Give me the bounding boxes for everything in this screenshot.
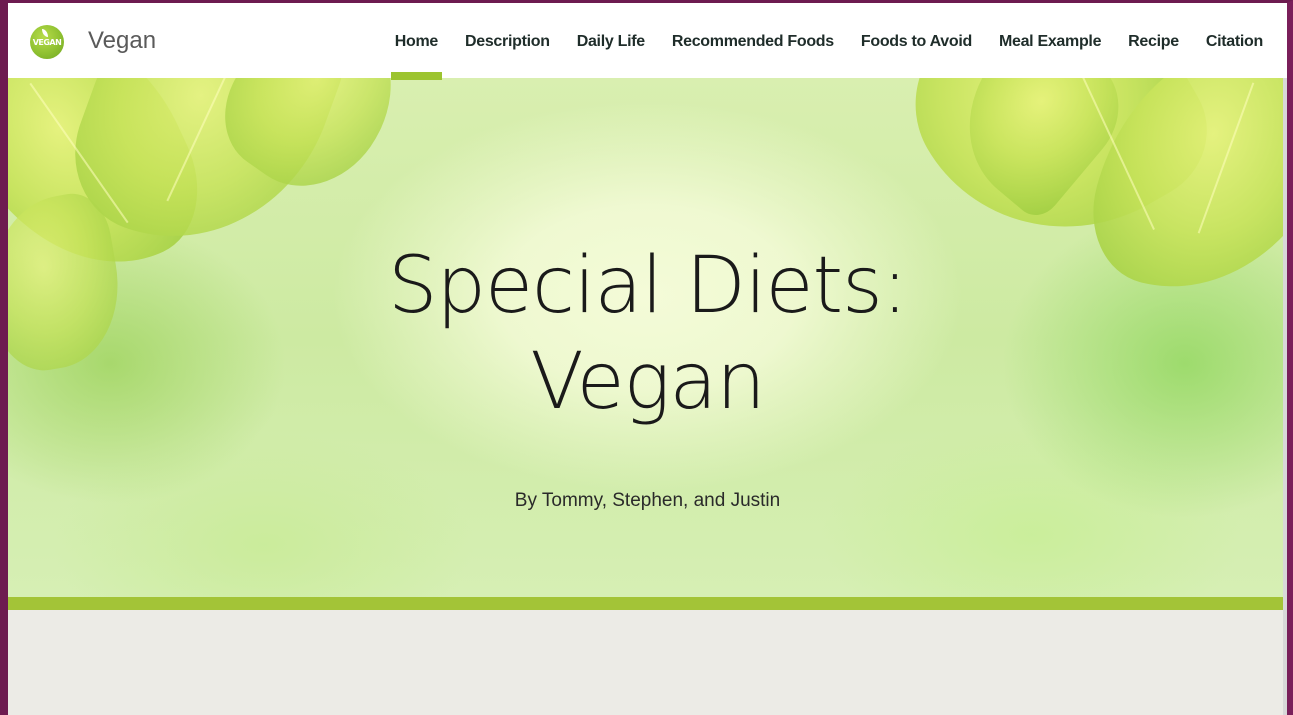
hero-title-line-2: Vegan [530, 337, 765, 428]
nav-item-daily-life[interactable]: Daily Life [577, 3, 645, 78]
nav-item-foods-to-avoid[interactable]: Foods to Avoid [861, 3, 972, 78]
nav-item-description[interactable]: Description [465, 3, 550, 78]
logo-text: VEGAN [32, 37, 62, 47]
content-area [8, 610, 1287, 715]
top-navigation-bar: VEGAN Vegan Home Description Daily Life … [8, 3, 1287, 80]
leaf-icon [42, 29, 48, 37]
hero-title: Special Diets: Vegan [8, 238, 1287, 430]
nav-item-meal-example[interactable]: Meal Example [999, 3, 1102, 78]
browser-frame: VEGAN Vegan Home Description Daily Life … [0, 0, 1293, 715]
nav-item-recipe[interactable]: Recipe [1128, 3, 1179, 78]
nav-item-home[interactable]: Home [390, 3, 443, 80]
vegan-logo-icon[interactable]: VEGAN [30, 25, 64, 59]
scrollbar[interactable] [1283, 78, 1287, 715]
nav-item-citation[interactable]: Citation [1206, 3, 1263, 78]
accent-divider [8, 597, 1287, 610]
hero-title-line-1: Special Diets: [387, 241, 908, 332]
site-title[interactable]: Vegan [88, 27, 156, 55]
main-nav: Home Description Daily Life Recommended … [368, 3, 1263, 80]
hero-banner: Special Diets: Vegan By Tommy, Stephen, … [8, 78, 1287, 597]
nav-item-recommended-foods[interactable]: Recommended Foods [672, 3, 834, 78]
hero-subtitle: By Tommy, Stephen, and Justin [514, 490, 781, 511]
